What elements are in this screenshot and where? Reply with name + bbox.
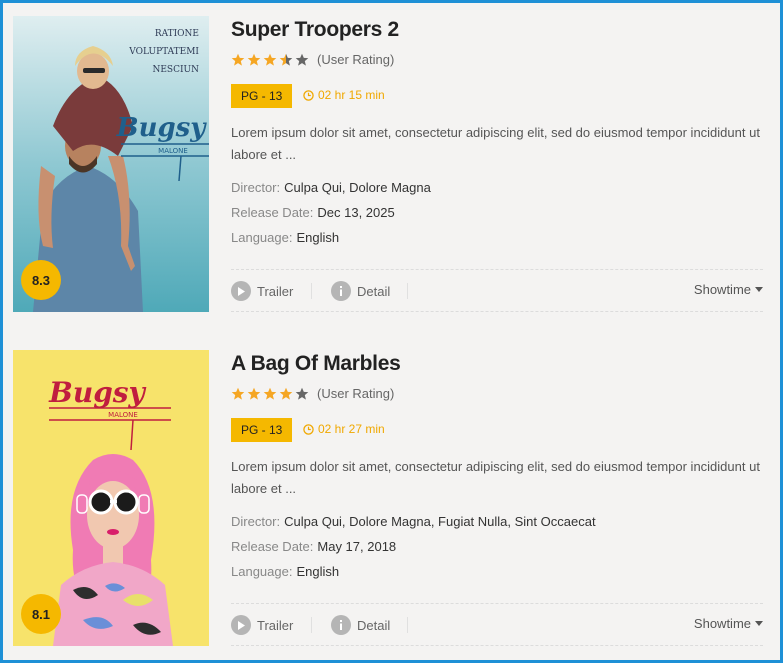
movie-description: Lorem ipsum dolor sit amet, consectetur … (231, 459, 760, 496)
movie-info: A Bag Of Marbles (User Rating) PG - 13 0… (231, 350, 763, 646)
star-rating: (User Rating) (231, 386, 394, 401)
release-label: Release Date: (231, 539, 314, 554)
movie-poster[interactable]: RATIONE VOLUPTATEMI NESCIUN Bugsy MALONE… (13, 16, 209, 312)
star-icon (231, 387, 245, 400)
star-icon (279, 387, 293, 400)
showtime-label: Showtime (693, 616, 751, 631)
movie-description: Lorem ipsum dolor sit amet, consectetur … (231, 125, 760, 162)
star-icon (263, 387, 277, 400)
language-value: English (296, 230, 340, 245)
language-label: Language: (231, 564, 293, 579)
star-empty-icon (295, 387, 309, 400)
movie-list-frame: RATIONE VOLUPTATEMI NESCIUN Bugsy MALONE… (0, 0, 783, 663)
director-row: Director: Culpa Qui, Dolore Magna (231, 180, 431, 195)
showtime-dropdown[interactable]: Showtime (694, 616, 763, 631)
language-row: Language: English (231, 564, 339, 579)
score-badge: 8.3 (21, 260, 61, 300)
svg-text:MALONE: MALONE (158, 147, 188, 155)
movie-info: Super Troopers 2 (User Rating) PG - 13 0… (231, 16, 763, 312)
showtime-label: Showtime (693, 282, 751, 297)
movie-card: RATIONE VOLUPTATEMI NESCIUN Bugsy MALONE… (13, 16, 763, 312)
divider (407, 617, 408, 633)
mpaa-badge: PG - 13 (231, 84, 293, 108)
star-half-icon (279, 53, 293, 66)
clock-icon (303, 89, 314, 101)
clock-icon (303, 423, 314, 435)
divider (311, 283, 312, 299)
divider (407, 283, 408, 299)
director-label: Director: (231, 514, 281, 529)
svg-text:MALONE: MALONE (108, 411, 138, 419)
movie-title[interactable]: Super Troopers 2 (231, 18, 399, 42)
poster-text-line: NESCIUN (152, 65, 199, 75)
trailer-button[interactable]: Trailer (231, 280, 293, 302)
info-icon (331, 281, 351, 301)
svg-text:Bugsy: Bugsy (48, 376, 146, 409)
poster-text-line: VOLUPTATEMI (128, 47, 199, 57)
movie-actions: Trailer Detail Showtime (231, 603, 763, 646)
trailer-label: Trailer (257, 617, 294, 633)
movie-card: Bugsy MALONE 8.1 A Bag Of Marbles (User … (13, 350, 763, 646)
caret-down-icon (755, 620, 763, 626)
release-value: Dec 13, 2025 (317, 205, 395, 220)
star-empty-icon (295, 53, 309, 66)
trailer-button[interactable]: Trailer (231, 614, 293, 636)
star-icon (247, 387, 261, 400)
star-rating: (User Rating) (231, 52, 394, 67)
detail-button[interactable]: Detail (331, 614, 390, 636)
release-row: Release Date: May 17, 2018 (231, 539, 396, 554)
director-row: Director: Culpa Qui, Dolore Magna, Fugiat… (231, 514, 596, 529)
play-icon (231, 615, 251, 635)
movie-poster[interactable]: Bugsy MALONE 8.1 (13, 350, 209, 646)
trailer-label: Trailer (257, 283, 294, 299)
star-icon (263, 53, 277, 66)
release-label: Release Date: (231, 205, 314, 220)
detail-button[interactable]: Detail (331, 280, 390, 302)
score-badge: 8.1 (21, 594, 61, 634)
duration-text: 02 hr 27 min (318, 422, 385, 436)
user-rating-label: (User Rating) (317, 386, 395, 401)
movie-actions: Trailer Detail Showtime (231, 269, 763, 312)
language-label: Language: (231, 230, 293, 245)
detail-label: Detail (357, 283, 391, 299)
movie-title[interactable]: A Bag Of Marbles (231, 352, 401, 376)
duration-text: 02 hr 15 min (318, 88, 385, 102)
showtime-dropdown[interactable]: Showtime (694, 282, 763, 297)
language-row: Language: English (231, 230, 339, 245)
director-value: Culpa Qui, Dolore Magna (284, 180, 431, 195)
mpaa-badge: PG - 13 (231, 418, 293, 442)
director-label: Director: (231, 180, 281, 195)
info-icon (331, 615, 351, 635)
star-icon (231, 53, 245, 66)
detail-label: Detail (357, 617, 391, 633)
duration: 02 hr 27 min (303, 422, 385, 436)
duration: 02 hr 15 min (303, 88, 385, 102)
release-value: May 17, 2018 (317, 539, 397, 554)
caret-down-icon (755, 286, 763, 292)
star-icon (247, 53, 261, 66)
language-value: English (296, 564, 340, 579)
release-row: Release Date: Dec 13, 2025 (231, 205, 395, 220)
poster-text-line: RATIONE (155, 29, 199, 39)
divider (311, 617, 312, 633)
director-value: Culpa Qui, Dolore Magna, Fugiat Nulla, S… (284, 514, 596, 529)
play-icon (231, 281, 251, 301)
user-rating-label: (User Rating) (317, 52, 395, 67)
svg-text:Bugsy: Bugsy (116, 113, 208, 143)
